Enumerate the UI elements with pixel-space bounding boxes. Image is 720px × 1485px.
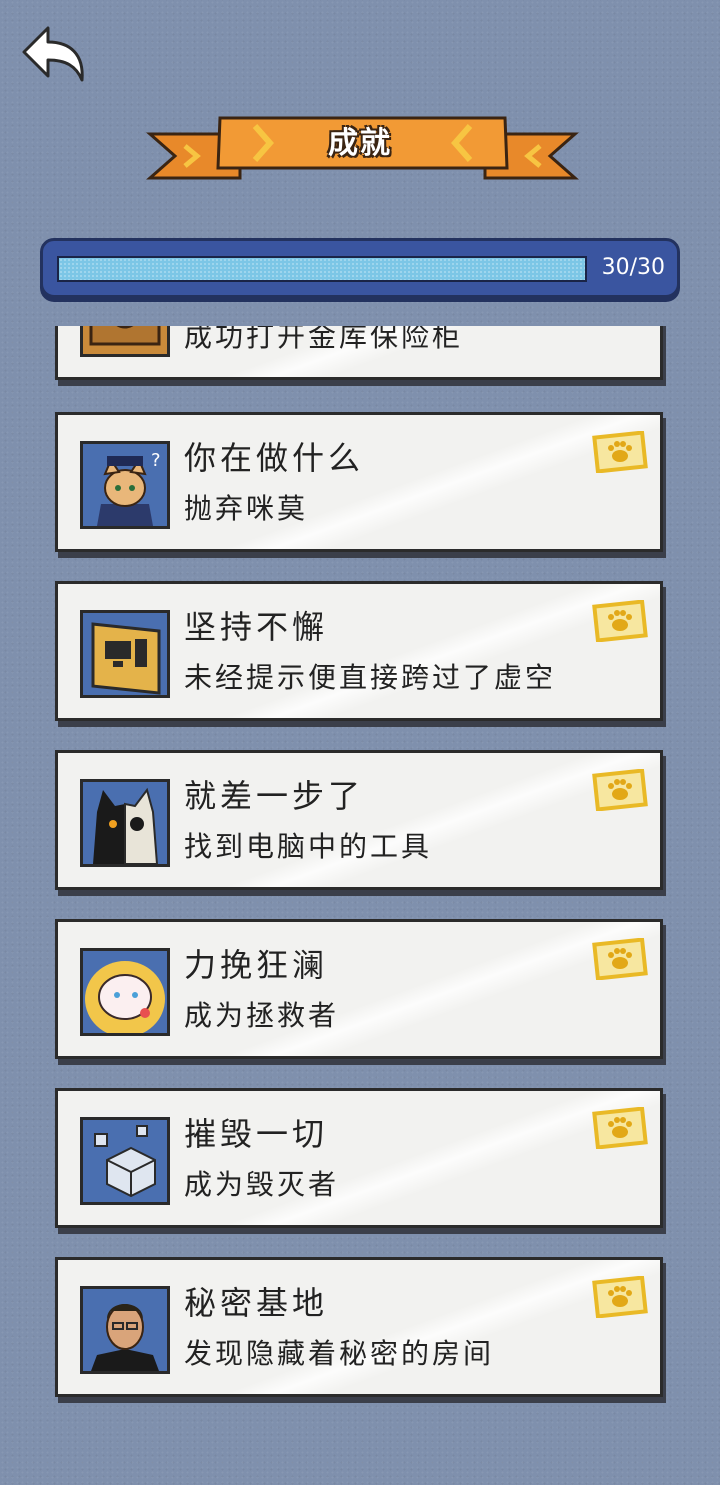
- achievement-progress: 30/30: [40, 238, 680, 298]
- page-title: 成就: [328, 126, 392, 161]
- paw-stamp-icon: [592, 1276, 648, 1318]
- achievement-card[interactable]: 成功打开金库保险柜: [55, 326, 663, 380]
- achievement-desc: 未经提示便直接跨过了虚空: [184, 661, 557, 694]
- achievement-title: 秘密基地: [184, 1284, 329, 1322]
- back-arrow-icon: [22, 26, 84, 82]
- paw-stamp-icon: [592, 769, 648, 811]
- police-cat-icon: ?: [80, 441, 170, 529]
- safe-icon: [80, 326, 170, 357]
- achievement-card[interactable]: 就差一步了 找到电脑中的工具: [55, 750, 663, 890]
- achievement-title: 坚持不懈: [184, 608, 329, 646]
- achievement-title: 你在做什么: [184, 439, 365, 477]
- svg-text:?: ?: [151, 450, 161, 471]
- man-portrait-icon: [80, 1286, 170, 1374]
- paw-stamp-icon: [592, 938, 648, 980]
- achievement-card[interactable]: ? 你在做什么 抛弃咪莫: [55, 412, 663, 552]
- achievement-desc: 抛弃咪莫: [184, 492, 309, 525]
- achievement-desc: 成功打开金库保险柜: [184, 326, 464, 353]
- achievement-card[interactable]: 坚持不懈 未经提示便直接跨过了虚空: [55, 581, 663, 721]
- achievement-list[interactable]: 成功打开金库保险柜 ? 你在做什么 抛弃咪莫 坚持不懈 未经提示便直接跨过了虚空…: [0, 326, 720, 1485]
- achievement-card[interactable]: 秘密基地 发现隐藏着秘密的房间: [55, 1257, 663, 1397]
- skull-cat-icon: [80, 779, 170, 867]
- achievement-desc: 找到电脑中的工具: [184, 830, 433, 863]
- progress-count: 30/30: [601, 255, 665, 280]
- paw-stamp-icon: [592, 600, 648, 642]
- back-button[interactable]: [18, 22, 90, 88]
- paw-stamp-icon: [592, 1107, 648, 1149]
- achievement-card[interactable]: 力挽狂澜 成为拯救者: [55, 919, 663, 1059]
- achievement-card[interactable]: 摧毁一切 成为毁灭者: [55, 1088, 663, 1228]
- achievement-desc: 成为毁灭者: [184, 1168, 340, 1201]
- achievement-title: 力挽狂澜: [184, 946, 329, 984]
- paw-stamp-icon: [592, 431, 648, 473]
- progress-track: [57, 256, 587, 282]
- baby-cat-icon: [80, 948, 170, 1036]
- achievement-desc: 成为拯救者: [184, 999, 340, 1032]
- computer-monitor-icon: [80, 610, 170, 698]
- achievement-desc: 发现隐藏着秘密的房间: [184, 1337, 495, 1370]
- achievement-title: 摧毁一切: [184, 1115, 329, 1153]
- cubes-icon: [80, 1117, 170, 1205]
- achievement-title: 就差一步了: [184, 777, 365, 815]
- progress-fill: [59, 258, 585, 280]
